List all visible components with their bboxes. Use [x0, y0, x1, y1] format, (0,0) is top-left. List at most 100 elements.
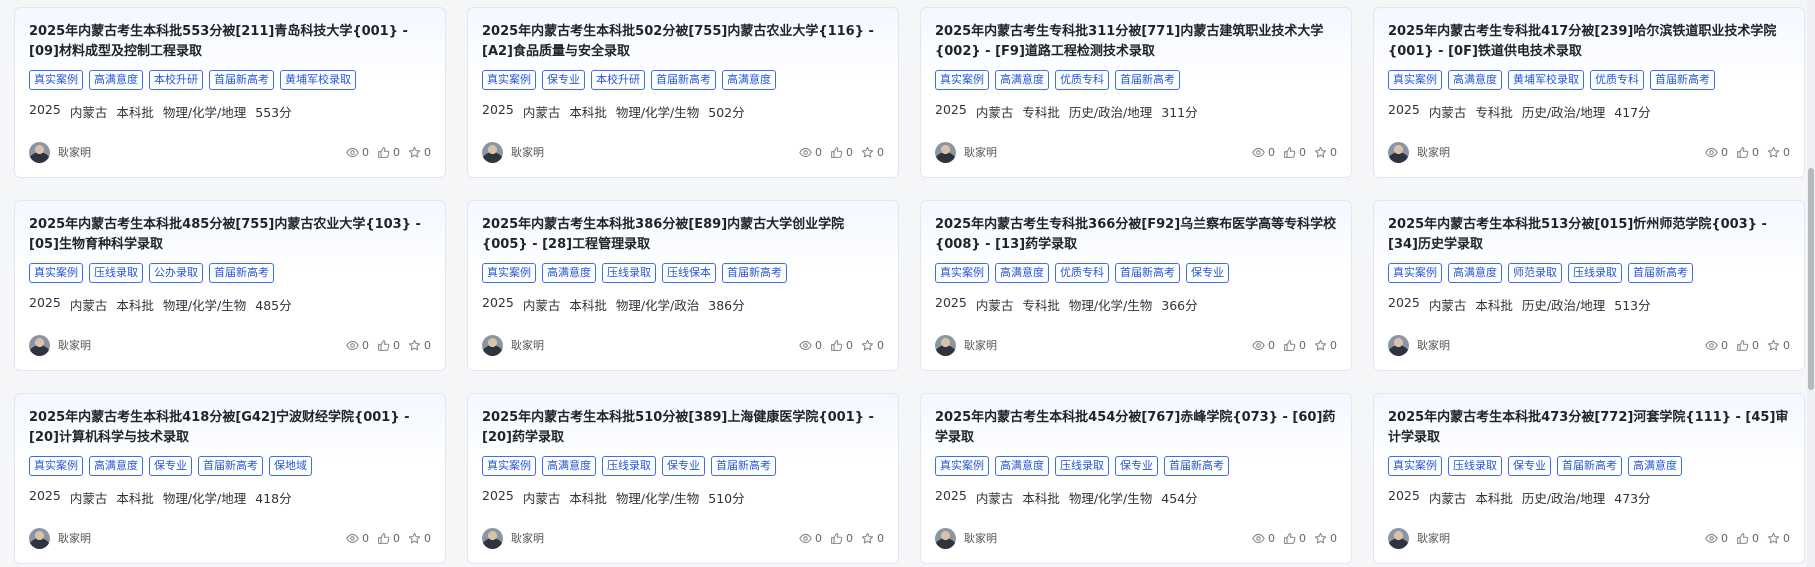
- case-tag[interactable]: 真实案例: [935, 263, 989, 283]
- case-tag[interactable]: 高满意度: [995, 456, 1049, 476]
- like-button[interactable]: 0: [377, 339, 400, 352]
- case-tag[interactable]: 首届新高考: [1115, 263, 1180, 283]
- case-tag[interactable]: 高满意度: [89, 70, 143, 90]
- case-tag[interactable]: 真实案例: [1388, 70, 1442, 90]
- case-card[interactable]: 2025年内蒙古考生本科批513分被[015]忻州师范学院{003} - [34…: [1373, 200, 1805, 371]
- case-title[interactable]: 2025年内蒙古考生本科批510分被[389]上海健康医学院{001} - [2…: [482, 408, 884, 448]
- case-tag[interactable]: 高满意度: [722, 70, 776, 90]
- case-tag[interactable]: 首届新高考: [1628, 263, 1693, 283]
- case-card[interactable]: 2025年内蒙古考生本科批510分被[389]上海健康医学院{001} - [2…: [467, 393, 899, 564]
- case-tag[interactable]: 保专业: [149, 456, 192, 476]
- case-tag[interactable]: 高满意度: [542, 263, 596, 283]
- case-tag[interactable]: 真实案例: [482, 456, 536, 476]
- case-tag[interactable]: 优质专科: [1055, 70, 1109, 90]
- favorite-button[interactable]: 0: [1767, 146, 1790, 159]
- case-tag[interactable]: 真实案例: [1388, 456, 1442, 476]
- favorite-button[interactable]: 0: [1314, 532, 1337, 545]
- case-tag[interactable]: 真实案例: [29, 263, 83, 283]
- case-tag[interactable]: 保专业: [1115, 456, 1158, 476]
- like-button[interactable]: 0: [1736, 146, 1759, 159]
- favorite-button[interactable]: 0: [861, 532, 884, 545]
- case-title[interactable]: 2025年内蒙古考生专科批417分被[239]哈尔滨铁道职业技术学院{001} …: [1388, 22, 1790, 62]
- case-tag[interactable]: 压线保本: [662, 263, 716, 283]
- case-tag[interactable]: 压线录取: [1448, 456, 1502, 476]
- case-tag[interactable]: 优质专科: [1590, 70, 1644, 90]
- case-tag[interactable]: 黄埔军校录取: [1508, 70, 1584, 90]
- page-scrollbar[interactable]: [1807, 0, 1815, 567]
- like-button[interactable]: 0: [377, 532, 400, 545]
- case-tag[interactable]: 压线录取: [89, 263, 143, 283]
- case-tag[interactable]: 真实案例: [482, 70, 536, 90]
- case-tag[interactable]: 压线录取: [1568, 263, 1622, 283]
- case-tag[interactable]: 本校升研: [591, 70, 645, 90]
- case-title[interactable]: 2025年内蒙古考生本科批386分被[E89]内蒙古大学创业学院{005} - …: [482, 215, 884, 255]
- case-tag[interactable]: 高满意度: [1448, 70, 1502, 90]
- case-tag[interactable]: 压线录取: [1055, 456, 1109, 476]
- case-tag[interactable]: 首届新高考: [722, 263, 787, 283]
- like-button[interactable]: 0: [377, 146, 400, 159]
- case-tag[interactable]: 本校升研: [149, 70, 203, 90]
- case-card[interactable]: 2025年内蒙古考生本科批418分被[G42]宁波财经学院{001} - [20…: [14, 393, 446, 564]
- case-tag[interactable]: 保专业: [542, 70, 585, 90]
- case-tag[interactable]: 真实案例: [482, 263, 536, 283]
- case-title[interactable]: 2025年内蒙古考生本科批553分被[211]青岛科技大学{001} - [09…: [29, 22, 431, 62]
- case-card[interactable]: 2025年内蒙古考生本科批386分被[E89]内蒙古大学创业学院{005} - …: [467, 200, 899, 371]
- like-button[interactable]: 0: [830, 146, 853, 159]
- scrollbar-thumb[interactable]: [1808, 168, 1814, 390]
- case-tag[interactable]: 真实案例: [29, 456, 83, 476]
- like-button[interactable]: 0: [1283, 339, 1306, 352]
- case-card[interactable]: 2025年内蒙古考生本科批502分被[755]内蒙古农业大学{116} - [A…: [467, 7, 899, 178]
- favorite-button[interactable]: 0: [1314, 146, 1337, 159]
- case-title[interactable]: 2025年内蒙古考生本科批513分被[015]忻州师范学院{003} - [34…: [1388, 215, 1790, 255]
- case-card[interactable]: 2025年内蒙古考生本科批473分被[772]河套学院{111} - [45]审…: [1373, 393, 1805, 564]
- case-title[interactable]: 2025年内蒙古考生本科批454分被[767]赤峰学院{073} - [60]药…: [935, 408, 1337, 448]
- case-title[interactable]: 2025年内蒙古考生本科批418分被[G42]宁波财经学院{001} - [20…: [29, 408, 431, 448]
- case-tag[interactable]: 真实案例: [935, 456, 989, 476]
- like-button[interactable]: 0: [1283, 532, 1306, 545]
- case-tag[interactable]: 高满意度: [1628, 456, 1682, 476]
- case-tag[interactable]: 公办录取: [149, 263, 203, 283]
- case-tag[interactable]: 保专业: [662, 456, 705, 476]
- favorite-button[interactable]: 0: [408, 146, 431, 159]
- case-title[interactable]: 2025年内蒙古考生本科批485分被[755]内蒙古农业大学{103} - [0…: [29, 215, 431, 255]
- case-tag[interactable]: 师范录取: [1508, 263, 1562, 283]
- case-tag[interactable]: 首届新高考: [209, 70, 274, 90]
- case-card[interactable]: 2025年内蒙古考生专科批311分被[771]内蒙古建筑职业技术大学{002} …: [920, 7, 1352, 178]
- case-tag[interactable]: 首届新高考: [209, 263, 274, 283]
- case-card[interactable]: 2025年内蒙古考生专科批417分被[239]哈尔滨铁道职业技术学院{001} …: [1373, 7, 1805, 178]
- case-tag[interactable]: 首届新高考: [651, 70, 716, 90]
- case-tag[interactable]: 保地域: [269, 456, 312, 476]
- like-button[interactable]: 0: [830, 339, 853, 352]
- favorite-button[interactable]: 0: [408, 339, 431, 352]
- case-tag[interactable]: 首届新高考: [1650, 70, 1715, 90]
- case-tag[interactable]: 高满意度: [89, 456, 143, 476]
- case-tag[interactable]: 压线录取: [602, 456, 656, 476]
- favorite-button[interactable]: 0: [1767, 339, 1790, 352]
- favorite-button[interactable]: 0: [1767, 532, 1790, 545]
- case-tag[interactable]: 黄埔军校录取: [280, 70, 356, 90]
- case-tag[interactable]: 首届新高考: [1164, 456, 1229, 476]
- case-tag[interactable]: 真实案例: [29, 70, 83, 90]
- case-tag[interactable]: 首届新高考: [1115, 70, 1180, 90]
- case-tag[interactable]: 真实案例: [1388, 263, 1442, 283]
- case-card[interactable]: 2025年内蒙古考生本科批454分被[767]赤峰学院{073} - [60]药…: [920, 393, 1352, 564]
- favorite-button[interactable]: 0: [1314, 339, 1337, 352]
- case-tag[interactable]: 高满意度: [1448, 263, 1502, 283]
- case-tag[interactable]: 保专业: [1186, 263, 1229, 283]
- case-tag[interactable]: 压线录取: [602, 263, 656, 283]
- like-button[interactable]: 0: [1283, 146, 1306, 159]
- favorite-button[interactable]: 0: [861, 339, 884, 352]
- case-title[interactable]: 2025年内蒙古考生本科批502分被[755]内蒙古农业大学{116} - [A…: [482, 22, 884, 62]
- case-title[interactable]: 2025年内蒙古考生专科批366分被[F92]乌兰察布医学高等专科学校{008}…: [935, 215, 1337, 255]
- favorite-button[interactable]: 0: [408, 532, 431, 545]
- case-tag[interactable]: 首届新高考: [198, 456, 263, 476]
- favorite-button[interactable]: 0: [861, 146, 884, 159]
- case-title[interactable]: 2025年内蒙古考生专科批311分被[771]内蒙古建筑职业技术大学{002} …: [935, 22, 1337, 62]
- like-button[interactable]: 0: [1736, 339, 1759, 352]
- like-button[interactable]: 0: [1736, 532, 1759, 545]
- like-button[interactable]: 0: [830, 532, 853, 545]
- case-tag[interactable]: 高满意度: [542, 456, 596, 476]
- case-card[interactable]: 2025年内蒙古考生本科批485分被[755]内蒙古农业大学{103} - [0…: [14, 200, 446, 371]
- case-tag[interactable]: 高满意度: [995, 70, 1049, 90]
- case-tag[interactable]: 首届新高考: [711, 456, 776, 476]
